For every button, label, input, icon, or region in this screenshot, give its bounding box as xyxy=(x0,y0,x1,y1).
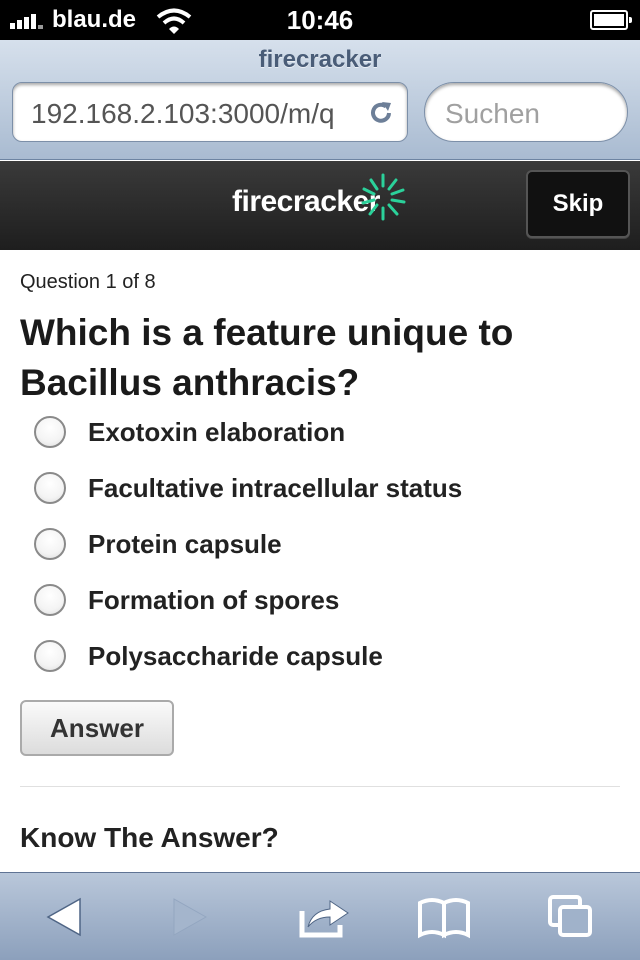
firecracker-burst-icon xyxy=(361,173,406,221)
answer-options: Exotoxin elaboration Facultative intrace… xyxy=(0,404,640,684)
option-label[interactable]: Protein capsule xyxy=(88,529,282,560)
divider xyxy=(20,786,620,787)
option-label[interactable]: Formation of spores xyxy=(88,585,339,616)
radio-button[interactable] xyxy=(34,640,66,672)
option-item[interactable]: Formation of spores xyxy=(0,572,640,628)
browser-bottom-toolbar xyxy=(0,872,640,960)
search-placeholder: Suchen xyxy=(445,98,540,129)
page-title: firecracker xyxy=(258,46,382,73)
radio-button[interactable] xyxy=(34,416,66,448)
option-label[interactable]: Polysaccharide capsule xyxy=(88,641,383,672)
answer-button[interactable]: Answer xyxy=(20,700,174,756)
option-label[interactable]: Exotoxin elaboration xyxy=(88,417,345,448)
option-label[interactable]: Facultative intracellular status xyxy=(88,473,462,504)
radio-button[interactable] xyxy=(34,472,66,504)
back-icon[interactable] xyxy=(34,889,94,945)
option-item[interactable]: Polysaccharide capsule xyxy=(0,628,640,684)
url-text: 192.168.2.103:3000/m/q xyxy=(31,98,335,129)
option-item[interactable]: Facultative intracellular status xyxy=(0,460,640,516)
search-input[interactable]: Suchen xyxy=(424,82,628,142)
know-the-answer-heading: Know The Answer? xyxy=(20,822,279,853)
radio-button[interactable] xyxy=(34,528,66,560)
forward-icon[interactable] xyxy=(160,889,220,945)
tabs-icon[interactable] xyxy=(542,889,602,945)
bookmarks-icon[interactable] xyxy=(414,889,474,945)
app-header: firecracker Skip xyxy=(0,161,640,250)
option-item[interactable]: Exotoxin elaboration xyxy=(0,404,640,460)
status-bar: blau.de 10:46 xyxy=(0,0,640,40)
reload-icon[interactable] xyxy=(367,99,395,127)
question-progress: Question 1 of 8 xyxy=(20,271,156,293)
option-item[interactable]: Protein capsule xyxy=(0,516,640,572)
question-text: Which is a feature unique to Bacillus an… xyxy=(20,312,514,403)
share-icon[interactable] xyxy=(294,889,354,945)
browser-toolbar: firecracker 192.168.2.103:3000/m/q Suche… xyxy=(0,40,640,160)
battery-icon xyxy=(590,10,632,30)
skip-button[interactable]: Skip xyxy=(526,170,630,238)
radio-button[interactable] xyxy=(34,584,66,616)
clock: 10:46 xyxy=(286,5,354,35)
address-bar[interactable]: 192.168.2.103:3000/m/q xyxy=(12,82,408,142)
